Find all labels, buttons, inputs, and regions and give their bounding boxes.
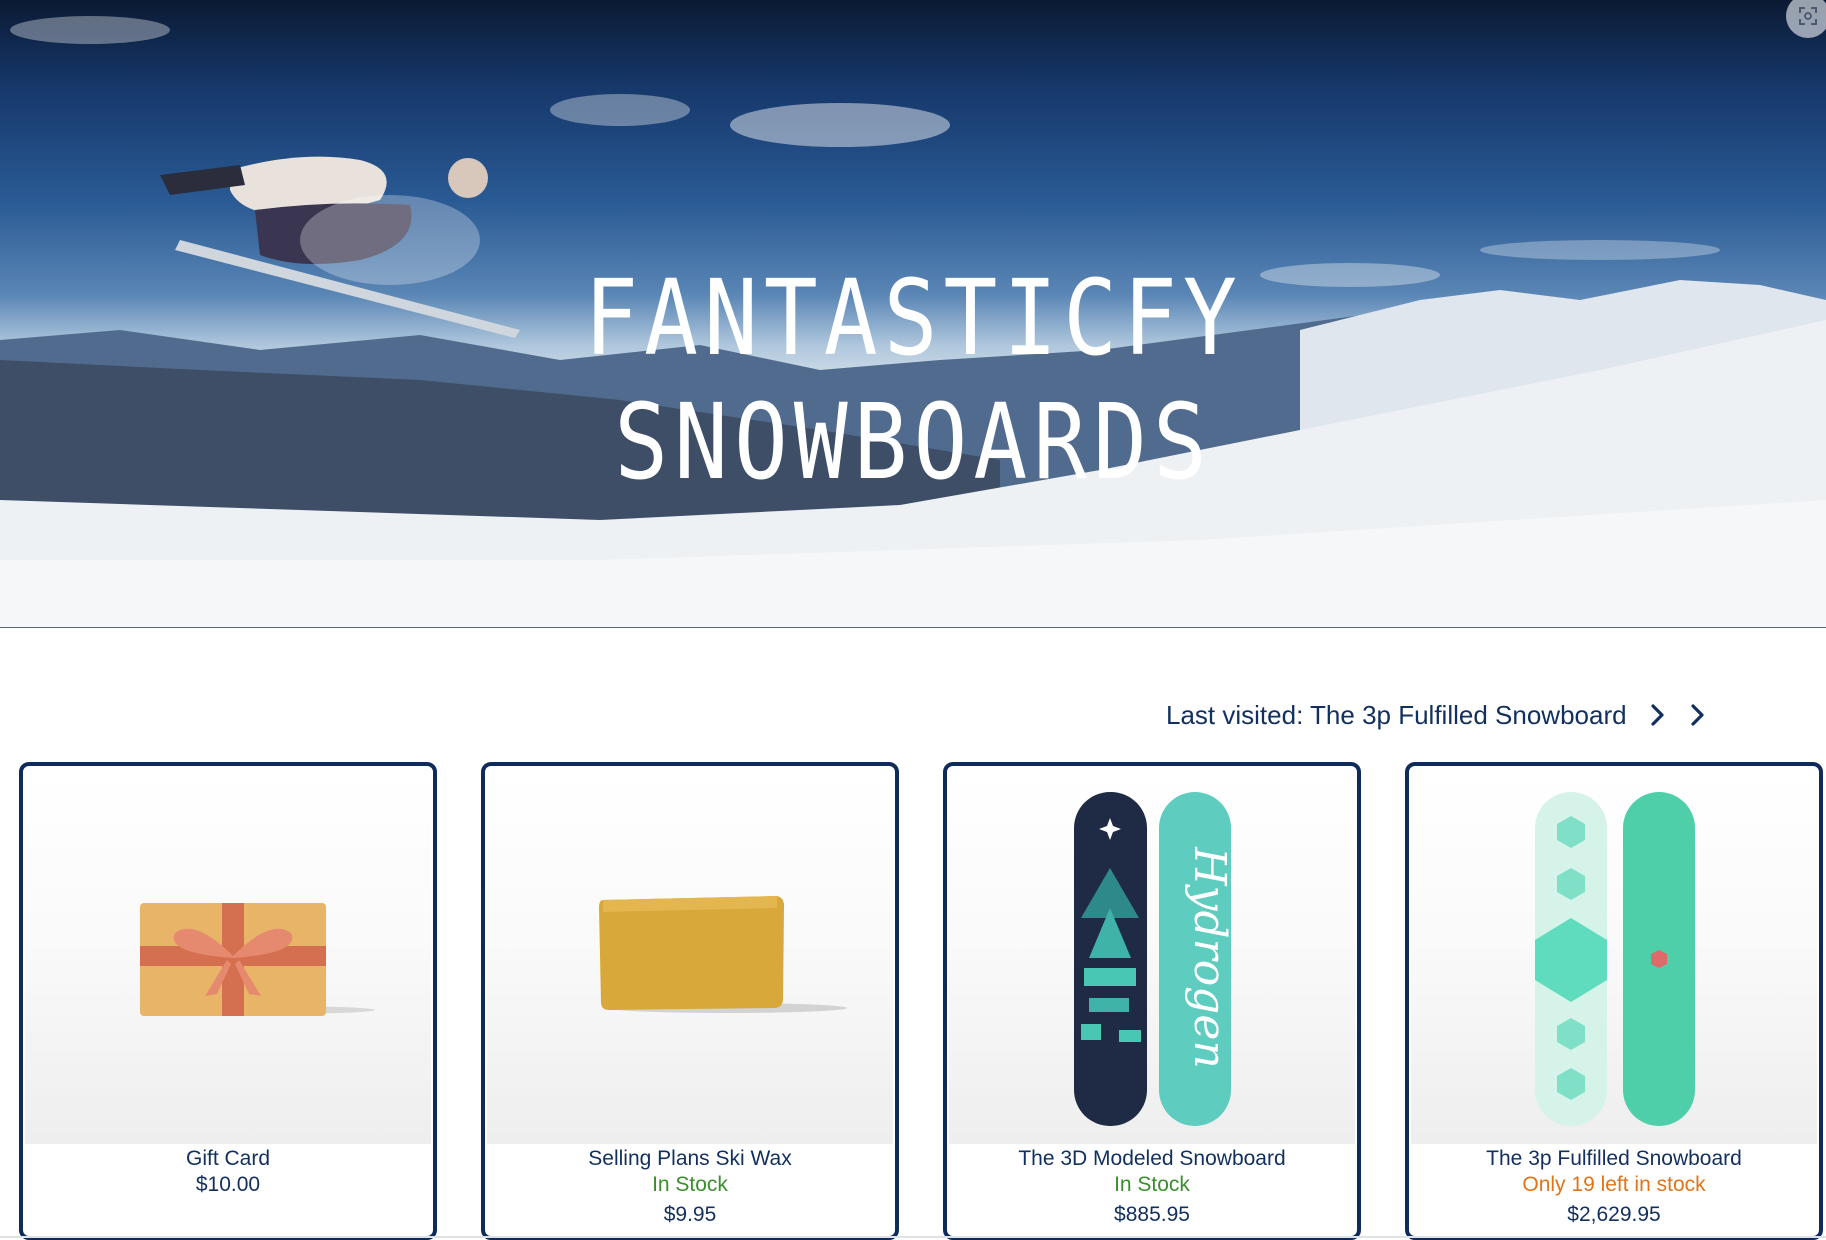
product-image[interactable]	[25, 768, 431, 1144]
product-price: $2,629.95	[1567, 1203, 1661, 1226]
product-title[interactable]: The 3D Modeled Snowboard	[947, 1146, 1357, 1172]
product-title[interactable]: The 3p Fulfilled Snowboard	[1409, 1146, 1819, 1172]
hero-title-line-2: SNOWBOARDS	[614, 380, 1213, 503]
hero-banner: FANTASTICFY SNOWBOARDS	[0, 0, 1826, 628]
product-card-3d-modeled-snowboard[interactable]: Hydrogen The 3D Modeled Snowboard In Sto…	[943, 762, 1361, 1240]
hero-title-line-1: FANTASTICFY	[584, 256, 1243, 379]
gift-card-icon	[140, 903, 375, 1016]
product-title[interactable]: Selling Plans Ski Wax	[485, 1146, 895, 1172]
product-card-ski-wax[interactable]: Selling Plans Ski Wax In Stock $9.95	[481, 762, 899, 1240]
stock-status: Only 19 left in stock	[1522, 1173, 1706, 1196]
hero-title: FANTASTICFY SNOWBOARDS	[128, 256, 1698, 504]
snowboard-hydrogen-icon: Hydrogen	[1074, 792, 1235, 1126]
stock-status: In Stock	[1114, 1173, 1190, 1196]
stock-status: In Stock	[652, 1173, 728, 1196]
chevron-right-icon[interactable]	[1647, 700, 1669, 730]
product-image[interactable]: Hydrogen	[949, 768, 1355, 1144]
svg-text:Hydrogen: Hydrogen	[1184, 846, 1235, 1068]
product-card-gift-card[interactable]: Gift Card $10.00	[19, 762, 437, 1240]
product-info: The 3D Modeled Snowboard In Stock $885.9…	[947, 1146, 1357, 1228]
last-visited-label: Last visited: The 3p Fulfilled Snowboard	[1166, 699, 1627, 730]
product-info: The 3p Fulfilled Snowboard Only 19 left …	[1409, 1146, 1819, 1228]
product-price: $10.00	[195, 1173, 261, 1196]
snowboard-hexagon-icon	[1535, 792, 1695, 1126]
product-price: $885.95	[1114, 1203, 1190, 1226]
product-card-3p-fulfilled-snowboard[interactable]: The 3p Fulfilled Snowboard Only 19 left …	[1405, 762, 1823, 1240]
screenshot-focus-icon	[1799, 7, 1817, 25]
product-price: $9.95	[663, 1203, 717, 1226]
product-image[interactable]	[487, 768, 893, 1144]
product-info: Gift Card $10.00	[23, 1146, 433, 1198]
product-info: Selling Plans Ski Wax In Stock $9.95	[485, 1146, 895, 1228]
ski-wax-icon	[599, 896, 847, 1013]
product-image[interactable]	[1411, 768, 1817, 1144]
page-divider	[0, 1236, 1826, 1238]
last-visited-link[interactable]: Last visited: The 3p Fulfilled Snowboard	[1166, 695, 1709, 735]
product-title[interactable]: Gift Card	[23, 1146, 433, 1172]
chevron-right-icon[interactable]	[1687, 700, 1709, 730]
